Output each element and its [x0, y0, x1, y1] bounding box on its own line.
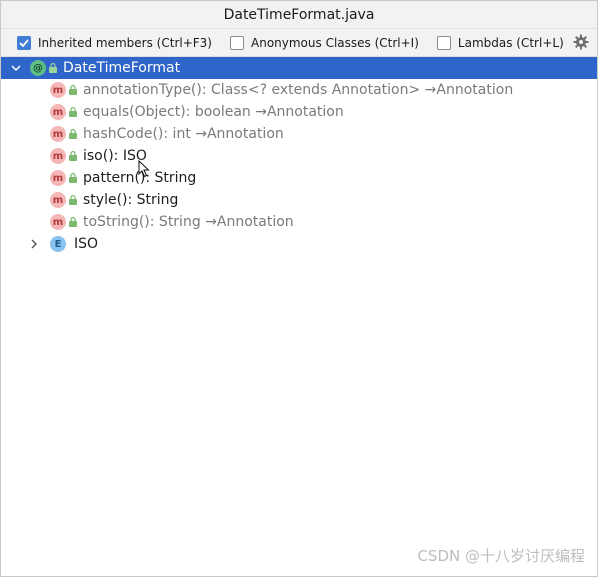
lambdas-label: Lambdas (Ctrl+L): [457, 35, 564, 50]
lock-icon: [69, 150, 77, 161]
method-icon: m: [50, 192, 66, 208]
inherited-members-checkbox[interactable]: [17, 35, 31, 50]
inherited-members-option[interactable]: Inherited members (Ctrl+F3): [17, 35, 212, 50]
tree-member-row[interactable]: m pattern(): String: [1, 167, 597, 189]
options-bar: Inherited members (Ctrl+F3) Anonymous Cl…: [1, 29, 597, 57]
tree-root-row[interactable]: @ DateTimeFormat: [1, 57, 597, 79]
tree-member-row[interactable]: m iso(): ISO: [1, 145, 597, 167]
tree-member-label: hashCode(): int →Annotation: [83, 126, 284, 142]
watermark: CSDN @十八岁讨厌编程: [417, 547, 585, 565]
method-icon: m: [50, 104, 66, 120]
enum-icon: E: [50, 236, 66, 252]
chevron-right-icon[interactable]: [28, 238, 40, 250]
lock-icon: [69, 128, 77, 139]
lock-icon: [69, 106, 77, 117]
lambdas-option[interactable]: Lambdas (Ctrl+L): [436, 35, 564, 50]
lock-icon: [69, 84, 77, 95]
tree-nested-label: ISO: [74, 236, 99, 252]
tree-member-label: style(): String: [83, 192, 179, 208]
method-icon: m: [50, 82, 66, 98]
popup-title: DateTimeFormat.java: [1, 1, 597, 29]
tree-member-row[interactable]: m equals(Object): boolean →Annotation: [1, 101, 597, 123]
mouse-cursor-icon: [138, 160, 150, 178]
tree-member-row[interactable]: m annotationType(): Class<? extends Anno…: [1, 79, 597, 101]
lambdas-checkbox[interactable]: [436, 35, 451, 50]
method-icon: m: [50, 170, 66, 186]
gear-icon[interactable]: [573, 34, 589, 50]
tree-member-label: annotationType(): Class<? extends Annota…: [83, 82, 514, 98]
tree-member-label: equals(Object): boolean →Annotation: [83, 104, 344, 120]
anonymous-classes-label: Anonymous Classes (Ctrl+I): [251, 35, 419, 50]
tree-member-row[interactable]: m toString(): String →Annotation: [1, 211, 597, 233]
method-icon: m: [50, 126, 66, 142]
tree-member-row[interactable]: m style(): String: [1, 189, 597, 211]
anonymous-classes-option[interactable]: Anonymous Classes (Ctrl+I): [230, 35, 419, 50]
anonymous-classes-checkbox[interactable]: [230, 35, 244, 50]
method-icon: m: [50, 214, 66, 230]
lock-icon: [69, 216, 77, 227]
tree-member-label: toString(): String →Annotation: [83, 214, 294, 230]
structure-popup: DateTimeFormat.java Inherited members (C…: [0, 0, 598, 577]
inherited-members-label: Inherited members (Ctrl+F3): [38, 35, 212, 50]
chevron-down-icon[interactable]: [10, 62, 22, 74]
lock-icon: [49, 62, 57, 73]
lock-icon: [69, 172, 77, 183]
annotation-icon: @: [30, 60, 46, 76]
structure-tree: @ DateTimeFormat m annotationType(): Cla…: [1, 57, 597, 255]
tree-nested-row[interactable]: E ISO: [1, 233, 597, 255]
tree-root-label: DateTimeFormat: [63, 60, 181, 76]
tree-member-row[interactable]: m hashCode(): int →Annotation: [1, 123, 597, 145]
lock-icon: [69, 194, 77, 205]
method-icon: m: [50, 148, 66, 164]
